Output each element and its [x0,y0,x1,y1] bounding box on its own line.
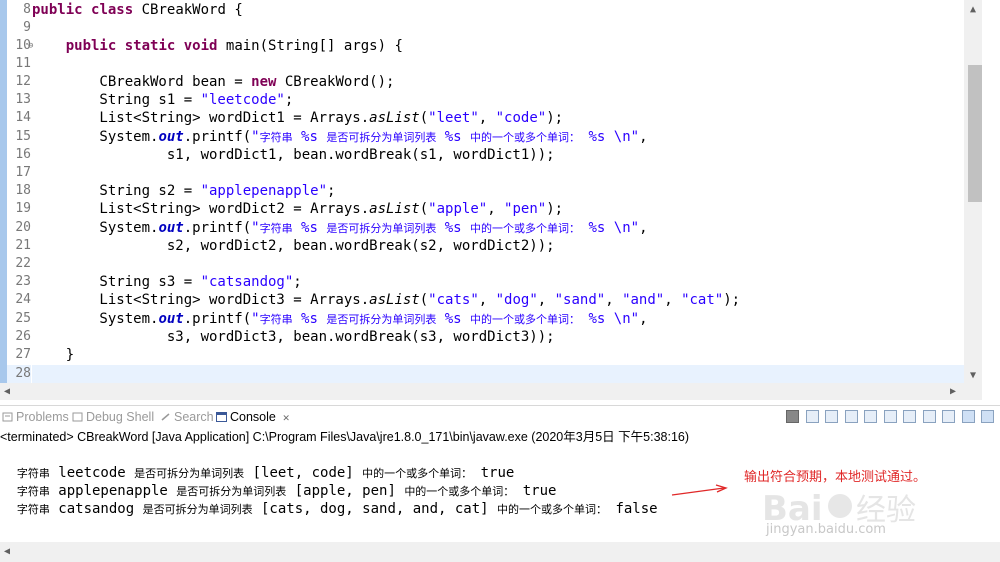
line-number: 12 [15,74,31,89]
line-number: 13 [15,92,31,107]
search-icon [161,413,170,421]
console-horizontal-scrollbar[interactable] [0,542,1000,562]
remove-all-icon[interactable] [825,410,839,424]
remove-launch-icon[interactable] [805,410,819,424]
console-output-line: 字符串 applepenapple 是否可拆分为单词列表 [apple, pen… [0,463,557,499]
code-line: List<String> wordDict2 = Arrays.asList("… [32,201,564,217]
close-icon[interactable]: ✕ [282,413,290,423]
overview-ruler [982,0,1000,400]
output-result: false [607,501,658,517]
console-output-line: 字符串 leetcode 是否可拆分为单词列表 [leet, code] 中的一… [0,445,514,481]
console-status: <terminated> CBreakWord [Java Applicatio… [0,430,690,444]
code-editor[interactable]: 8 9 10 11 12 13 14 15 16 17 18 19 20 21 22 23 24 25 26 27 28… [0,0,1000,400]
line-number: 11 [15,56,31,71]
code-line: } [32,347,75,363]
line-number: 9 [23,20,31,35]
code-line: System.out.printf("字符串 %s 是否可拆分为单词列表 %s … [32,129,648,145]
code-line: System.out.printf("字符串 %s 是否可拆分为单词列表 %s … [32,220,648,236]
line-number: 25 [15,311,31,326]
output-text: 中的一个或多个单词： [497,503,608,516]
open-console-icon[interactable] [942,410,956,424]
tab-label: Problems [16,410,69,424]
scroll-down-icon[interactable]: ▼ [970,371,976,381]
tab-problems[interactable]: Problems [2,409,69,425]
scroll-left-icon[interactable]: ◀ [4,547,10,557]
scroll-right-icon[interactable]: ▶ [950,387,956,397]
line-number: 20 [15,220,31,235]
output-word: catsandog [49,501,143,517]
editor-ruler [0,0,7,383]
code-line: String s1 = "leetcode"; [32,92,294,108]
annotation-arrow [671,484,728,496]
tab-label: Debug Shell [86,410,155,424]
line-number: 15 [15,129,31,144]
line-number: 28 [7,365,31,383]
problems-icon [2,412,13,422]
line-number: 22 [15,256,31,271]
code-line: String s3 = "catsandog"; [32,274,302,290]
debug-shell-icon [72,412,83,422]
maximize-icon[interactable] [981,410,994,424]
code-area[interactable]: public class CBreakWord { public static … [32,0,964,383]
code-line: s1, wordDict1, bean.wordBreak(s1, wordDi… [32,147,555,163]
minimize-icon[interactable] [961,410,975,424]
code-line: CBreakWord bean = new CBreakWord(); [32,74,395,90]
line-number: 8 [23,2,31,17]
tab-console[interactable]: Console ✕ [216,409,290,425]
output-list: [cats, dog, sand, and, cat] [252,501,498,517]
console-tab-bar: Problems Debug Shell Search Console ✕ [0,405,1000,428]
scroll-lock-icon[interactable] [864,410,878,424]
clear-console-icon[interactable] [844,410,858,424]
tab-search[interactable]: Search [160,409,214,425]
code-line: List<String> wordDict3 = Arrays.asList("… [32,292,741,308]
pin-console-icon[interactable] [903,410,917,424]
scroll-left-icon[interactable]: ◀ [4,387,10,397]
line-number-gutter: 8 9 10 11 12 13 14 15 16 17 18 19 20 21 22 23 24 25 26 27 28 [7,0,31,383]
stop-icon[interactable] [786,410,800,424]
code-line: public class CBreakWord { [32,2,243,18]
tab-label: Console [230,410,276,424]
current-code-line[interactable] [32,365,964,383]
editor-scroll-thumb[interactable] [968,65,982,202]
code-line: public static void main(String[] args) { [65,38,403,54]
line-number: 16 [15,147,31,162]
output-text: 是否可拆分为单词列表 [142,503,253,516]
tab-label: Search [174,410,214,424]
line-number: 23 [15,274,31,289]
word-wrap-icon[interactable] [883,410,897,424]
display-console-icon[interactable] [922,410,936,424]
scroll-up-icon[interactable]: ▲ [970,5,976,15]
code-line: s2, wordDict2, bean.wordBreak(s2, wordDi… [32,238,555,254]
line-number: 24 [15,292,31,307]
code-line: System.out.printf("字符串 %s 是否可拆分为单词列表 %s … [32,311,648,327]
line-number: 19 [15,201,31,216]
output-text: 字符串 [16,503,50,516]
line-number: 18 [15,183,31,198]
console-toolbar [783,409,994,425]
console-output-line: 字符串 catsandog 是否可拆分为单词列表 [cats, dog, san… [0,481,658,517]
line-number: 27 [15,347,31,362]
line-number: 14 [15,110,31,125]
watermark-url: jingyan.baidu.com [766,522,886,537]
line-number: 21 [15,238,31,253]
line-number: 17 [15,165,31,180]
code-line: String s2 = "applepenapple"; [32,183,336,199]
baidu-watermark-logo: Bai 经验 [762,489,916,529]
console-icon [216,412,227,422]
editor-horizontal-scrollbar[interactable] [0,383,982,400]
code-line: s3, wordDict3, bean.wordBreak(s3, wordDi… [32,329,555,345]
line-number: 26 [15,329,31,344]
code-line: List<String> wordDict1 = Arrays.asList("… [32,110,564,126]
tab-debug-shell[interactable]: Debug Shell [72,409,154,425]
